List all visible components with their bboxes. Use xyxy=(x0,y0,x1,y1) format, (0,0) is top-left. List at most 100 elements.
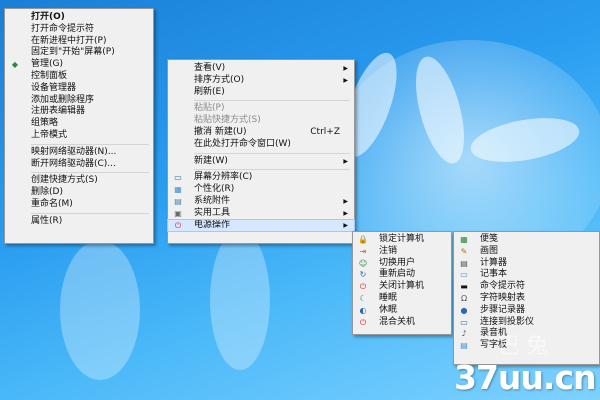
context-menu-item-label: 删除(D) xyxy=(31,187,63,198)
accessories-menu-item-label: 命令提示符 xyxy=(480,281,526,292)
accessories-menu-item[interactable]: ▤ 计算器 xyxy=(454,258,599,270)
power-menu-item[interactable]: ⇥ 注销 xyxy=(353,246,451,258)
desktop-menu-item-label: 排序方式(O) xyxy=(194,74,245,85)
hibernate-icon: ◐ xyxy=(359,305,367,315)
context-menu-item[interactable]: ◆ 管理(G) xyxy=(5,59,153,71)
shortcut-label: Ctrl+Z xyxy=(310,126,340,137)
power-menu-item[interactable]: ⏻ 关闭计算机 xyxy=(353,281,451,293)
desktop-menu-item[interactable]: 刷新(E) xyxy=(168,87,354,99)
context-menu-item-label: 上帝模式 xyxy=(31,129,68,140)
context-menu-item[interactable]: 添加或删除程序 xyxy=(5,95,153,107)
calculator-icon: ▤ xyxy=(460,258,468,268)
accessories-menu-item[interactable]: ● 步骤记录器 xyxy=(454,305,599,317)
context-menu-item[interactable]: 删除(D) xyxy=(5,187,153,199)
context-menu-item-label: 断开网络驱动器(C)... xyxy=(31,158,116,169)
microphone-icon: ♪ xyxy=(461,329,467,339)
logo-text: 37uu.cn xyxy=(454,358,596,397)
accessories-menu-item-label: 连接到投影仪 xyxy=(480,316,535,327)
desktop-menu-item[interactable]: ▭ 屏幕分辨率(C) xyxy=(168,172,354,184)
desktop-menu-item-label: 刷新(E) xyxy=(194,86,225,97)
context-menu-item[interactable]: 上帝模式 xyxy=(5,130,153,142)
context-menu-item[interactable]: 打开(O) xyxy=(5,12,153,24)
switch-user-icon: ☺ xyxy=(358,258,368,268)
context-menu-item[interactable]: 重命名(M) xyxy=(5,199,153,211)
power-menu-item-label: 重新启动 xyxy=(379,269,416,280)
context-menu-item[interactable]: 注册表编辑器 xyxy=(5,106,153,118)
desktop-menu-item[interactable]: ▤ 系统附件 ▶ xyxy=(168,196,354,208)
context-menu: 打开(O) 打开命令提示符 在新进程中打开(P) 固定到"开始"屏幕(P) ◆ 管理(G)… xyxy=(4,8,154,244)
desktop-menu-item-label: 粘贴快捷方式(S) xyxy=(194,115,261,126)
context-menu-item[interactable]: 映射网络驱动器(N)... xyxy=(5,147,153,159)
power-menu-item[interactable]: ⏻ 混合关机 xyxy=(353,317,451,329)
menu-separator xyxy=(31,212,149,214)
context-menu-item[interactable]: 固定到"开始"屏幕(P) xyxy=(5,47,153,59)
context-menu-item[interactable]: 属性(R) xyxy=(5,216,153,228)
desktop-menu-item-label: 查看(V) xyxy=(194,63,226,73)
power-menu-item-label: 睡眠 xyxy=(379,292,398,303)
desktop-menu-item-label: 在此处打开命令窗口(W) xyxy=(194,138,291,149)
context-menu-item[interactable]: 创建快捷方式(S) xyxy=(5,175,153,187)
desktop-menu-item[interactable]: 查看(V) ▶ xyxy=(168,63,354,75)
desktop-menu-item[interactable]: 排序方式(O) ▶ xyxy=(168,75,354,87)
power-menu-item[interactable]: ◐ 休眠 xyxy=(353,305,451,317)
power-menu-item[interactable]: 🔒 锁定计算机 xyxy=(353,234,451,246)
context-menu-item[interactable]: 设备管理器 xyxy=(5,83,153,95)
context-menu-item[interactable]: 组策略 xyxy=(5,118,153,130)
power-menu-item[interactable]: ☾ 睡眠 xyxy=(353,293,451,305)
desktop-menu-item-label: 系统附件 xyxy=(194,195,231,206)
shield-icon: ◆ xyxy=(11,60,19,70)
cmd-icon: ▬ xyxy=(460,282,468,292)
desktop-menu-item[interactable]: 新建(W) ▶ xyxy=(168,156,354,168)
desktop-menu-item[interactable]: 撤消 新建(U) Ctrl+Z xyxy=(168,127,354,139)
context-menu-item[interactable]: 断开网络驱动器(C)... xyxy=(5,159,153,171)
display-icon: ▭ xyxy=(174,173,182,183)
desktop-menu-item[interactable]: ▣ 实用工具 ▶ xyxy=(168,208,354,220)
desktop-menu-item-label: 粘贴(P) xyxy=(194,103,225,114)
desktop-menu-item-label: 个性化(R) xyxy=(194,184,235,195)
steps-recorder-icon: ● xyxy=(460,305,468,315)
submenu-arrow-icon: ▶ xyxy=(343,76,348,84)
accessories-menu-item[interactable]: ▬ 命令提示符 xyxy=(454,281,599,293)
accessories-menu-item[interactable]: ▭ 记事本 xyxy=(454,269,599,281)
flower-petal xyxy=(210,230,270,370)
context-menu-item-label: 管理(G) xyxy=(31,59,63,70)
accessories-menu-item[interactable]: ▦ 便笺 xyxy=(454,234,599,246)
submenu-arrow-icon: ▶ xyxy=(343,197,348,205)
desktop-menu-item[interactable]: 在此处打开命令窗口(W) xyxy=(168,139,354,151)
desktop-menu-item-label: 电源操作 xyxy=(194,219,231,230)
notepad-icon: ▭ xyxy=(460,270,468,280)
accessories-menu-item-label: 画图 xyxy=(480,245,499,256)
shutdown-icon: ⏻ xyxy=(359,282,367,292)
submenu-arrow-icon: ▶ xyxy=(343,221,348,229)
logoff-icon: ⇥ xyxy=(359,246,367,256)
power-menu-item-label: 休眠 xyxy=(379,304,398,315)
context-menu-item[interactable]: 打开命令提示符 xyxy=(5,24,153,36)
power-menu-item[interactable]: ↻ 重新启动 xyxy=(353,269,451,281)
accessories-menu-item[interactable]: ▭ 连接到投影仪 xyxy=(454,317,599,329)
context-menu-item-label: 组策略 xyxy=(31,118,59,129)
projector-icon: ▭ xyxy=(460,317,468,327)
context-menu-item-label: 设备管理器 xyxy=(31,82,77,93)
power-icon: ⏻ xyxy=(174,220,182,230)
desktop-menu-item: 粘贴(P) xyxy=(168,103,354,115)
context-menu-item-label: 控制面板 xyxy=(31,70,68,81)
accessories-menu-item-label: 步骤记录器 xyxy=(480,304,526,315)
menu-separator xyxy=(194,169,350,171)
context-menu-item[interactable]: 控制面板 xyxy=(5,71,153,83)
tools-icon: ▣ xyxy=(174,208,182,218)
desktop-menu-item-label: 新建(W) xyxy=(194,155,228,166)
wordpad-icon: ▤ xyxy=(460,341,468,351)
accessories-menu-item[interactable]: Ω 字符映射表 xyxy=(454,293,599,305)
restart-icon: ↻ xyxy=(359,270,367,280)
personalize-icon: ▦ xyxy=(174,185,182,195)
power-submenu: 🔒 锁定计算机 ⇥ 注销 ☺ 切换用户 ↻ 重新启动 ⏻ 关闭计算机 ☾ 睡眠 ◐ 休眠 ⏻ 混合关机 xyxy=(352,231,452,335)
power-menu-item[interactable]: ☺ 切换用户 xyxy=(353,258,451,270)
accessories-menu-item[interactable]: ✎ 画图 xyxy=(454,246,599,258)
context-menu-item[interactable]: 在新进程中打开(P) xyxy=(5,36,153,48)
watermark: 巴兔 xyxy=(498,334,555,359)
accessories-menu-item-label: 便笺 xyxy=(480,234,499,244)
desktop-menu-item[interactable]: ⏻ 电源操作 ▶ xyxy=(167,218,355,233)
desktop-menu-item[interactable]: ▦ 个性化(R) xyxy=(168,184,354,196)
context-menu-item-label: 打开(O) xyxy=(31,12,65,22)
submenu-arrow-icon: ▶ xyxy=(343,65,348,72)
